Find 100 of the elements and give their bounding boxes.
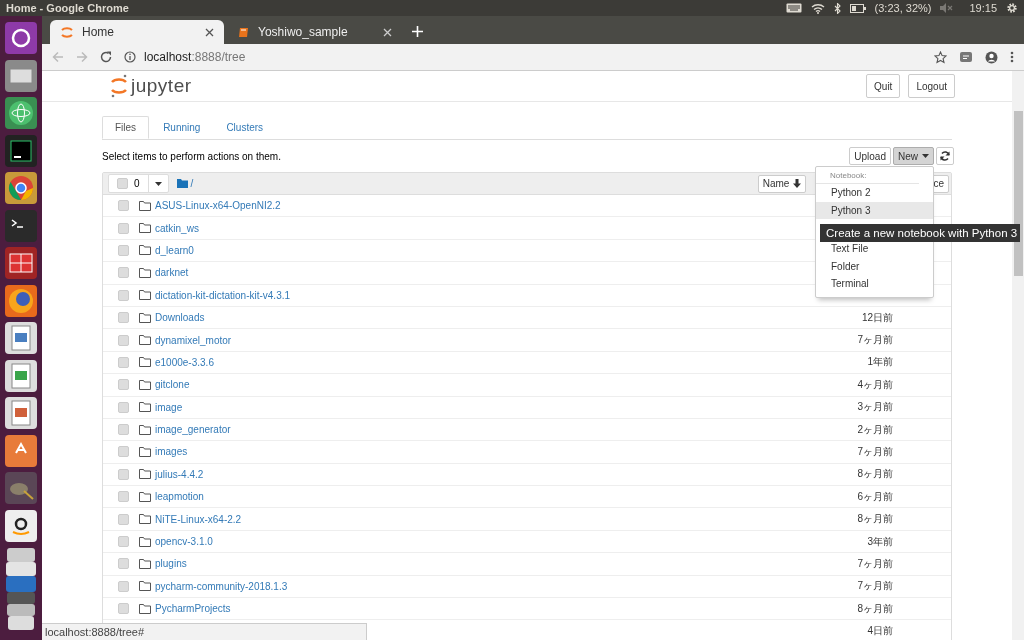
folder-link[interactable]: dynamixel_motor — [155, 334, 232, 346]
folder-link[interactable]: Downloads — [155, 312, 205, 324]
folder-link[interactable]: leapmotion — [155, 491, 204, 503]
tab[interactable]: Running — [151, 116, 213, 139]
upload-button[interactable]: Upload — [849, 147, 891, 165]
menu-item[interactable]: Folder — [816, 257, 933, 275]
app-launcher-icon[interactable] — [4, 283, 38, 318]
address-field[interactable]: localhost:8888/tree — [144, 50, 246, 64]
app-launcher-icon[interactable] — [4, 171, 38, 205]
new-button[interactable]: New — [893, 147, 934, 165]
checkbox[interactable] — [118, 446, 129, 458]
extension-icon[interactable] — [959, 50, 973, 64]
status-bubble: localhost:8888/tree# — [42, 623, 367, 640]
folder-link[interactable]: image — [155, 401, 183, 413]
app-launcher-icon[interactable] — [4, 208, 38, 243]
checkbox[interactable] — [117, 178, 128, 189]
checkbox[interactable] — [118, 222, 129, 234]
clock[interactable]: 19:15 — [969, 2, 997, 14]
folder-link[interactable]: PycharmProjects — [155, 603, 231, 615]
app-launcher-icon[interactable] — [4, 433, 38, 468]
checkbox[interactable] — [118, 356, 129, 368]
folder-link[interactable]: ASUS-Linux-x64-OpenNI2.2 — [155, 200, 281, 212]
wifi-icon[interactable] — [810, 2, 825, 14]
folder-icon — [139, 312, 151, 323]
app-launcher-icon[interactable] — [4, 96, 38, 130]
folder-link[interactable]: opencv-3.1.0 — [155, 536, 213, 548]
header-button[interactable]: Logout — [908, 74, 955, 98]
app-launcher-icon[interactable] — [4, 246, 38, 280]
down-arrow-icon — [793, 179, 802, 188]
folder-icon — [139, 267, 151, 278]
folder-link[interactable]: catkin_ws — [155, 222, 199, 234]
folder-link[interactable]: images — [155, 446, 188, 458]
menu-item[interactable]: Terminal — [816, 275, 933, 293]
browser-tab[interactable]: Yoshiwo_sample — [228, 20, 402, 44]
battery-icon[interactable] — [849, 3, 866, 13]
checkbox[interactable] — [118, 536, 129, 548]
keyboard-icon[interactable] — [785, 3, 802, 13]
folder-link[interactable]: pycharm-community-2018.1.3 — [155, 580, 288, 592]
book-icon — [238, 26, 250, 38]
info-icon[interactable] — [124, 51, 136, 63]
app-launcher-icon[interactable] — [4, 508, 38, 543]
folder-link[interactable]: julius-4.4.2 — [155, 468, 204, 480]
browser-tab[interactable]: Home — [50, 20, 224, 44]
stacked-icons-drawing[interactable] — [4, 546, 38, 632]
menu-item[interactable]: Text File — [816, 240, 933, 258]
checkbox[interactable] — [118, 424, 129, 436]
tab[interactable]: Files — [102, 116, 150, 139]
checkbox[interactable] — [118, 289, 129, 301]
refresh-button[interactable] — [936, 147, 954, 165]
checkbox[interactable] — [118, 267, 129, 279]
ubuntu-logo-icon[interactable] — [4, 21, 38, 55]
new-tab-icon[interactable] — [412, 26, 423, 37]
folder-icon[interactable] — [176, 179, 188, 188]
folder-link[interactable]: NiTE-Linux-x64-2.2 — [155, 513, 242, 525]
muted-speaker-icon[interactable] — [940, 3, 955, 13]
breadcrumb-link[interactable]: / — [190, 178, 194, 189]
folder-link[interactable]: plugins — [155, 558, 187, 570]
folder-link[interactable]: gitclone — [155, 379, 190, 391]
window-title: Home - Google Chrome — [6, 2, 129, 14]
settings-icon[interactable] — [1006, 2, 1018, 14]
selected-count: 0 — [134, 178, 140, 189]
battery-status[interactable]: (3:23, 32%) — [874, 2, 932, 14]
folder-link[interactable]: dictation-kit-dictation-kit-v4.3.1 — [155, 289, 291, 301]
close-icon[interactable] — [205, 27, 214, 37]
checkbox[interactable] — [118, 312, 129, 324]
checkbox[interactable] — [118, 200, 129, 212]
star-icon[interactable] — [934, 50, 947, 64]
folder-link[interactable]: image_generator — [155, 424, 231, 436]
app-launcher-icon[interactable] — [4, 58, 38, 93]
checkbox[interactable] — [118, 580, 129, 592]
menu-item[interactable]: Python 3 — [816, 201, 933, 219]
bluetooth-icon[interactable] — [833, 2, 841, 14]
folder-icon — [139, 200, 151, 211]
folder-link[interactable]: d_learn0 — [155, 244, 194, 256]
folder-link[interactable]: e1000e-3.3.6 — [155, 356, 214, 368]
app-launcher-icon[interactable] — [4, 358, 38, 393]
checkbox[interactable] — [118, 401, 129, 413]
folder-link[interactable]: darknet — [155, 267, 189, 279]
reload-icon[interactable] — [100, 51, 112, 63]
app-launcher-icon[interactable] — [4, 396, 38, 430]
jupyter-logo-icon[interactable] — [110, 73, 128, 99]
modified-time: 8ヶ月前 — [857, 512, 893, 527]
checkbox[interactable] — [118, 334, 129, 346]
checkbox[interactable] — [118, 558, 129, 570]
account-icon[interactable] — [985, 50, 998, 64]
modified-time: 4ヶ月前 — [857, 377, 893, 392]
logo-text[interactable]: jupyter — [131, 75, 192, 97]
checkbox[interactable] — [118, 513, 129, 525]
checkbox[interactable] — [118, 491, 129, 503]
menu-icon[interactable] — [1010, 51, 1014, 63]
checkbox[interactable] — [118, 379, 129, 391]
sort-button[interactable]: Name — [757, 174, 807, 193]
app-launcher-icon[interactable] — [4, 321, 38, 355]
checkbox[interactable] — [118, 244, 129, 256]
scrollbar[interactable] — [1012, 71, 1024, 640]
checkbox[interactable] — [118, 603, 129, 615]
header-button[interactable]: Quit — [866, 74, 901, 98]
checkbox[interactable] — [118, 468, 129, 480]
tab[interactable]: Clusters — [214, 116, 276, 139]
folder-icon — [139, 581, 151, 592]
